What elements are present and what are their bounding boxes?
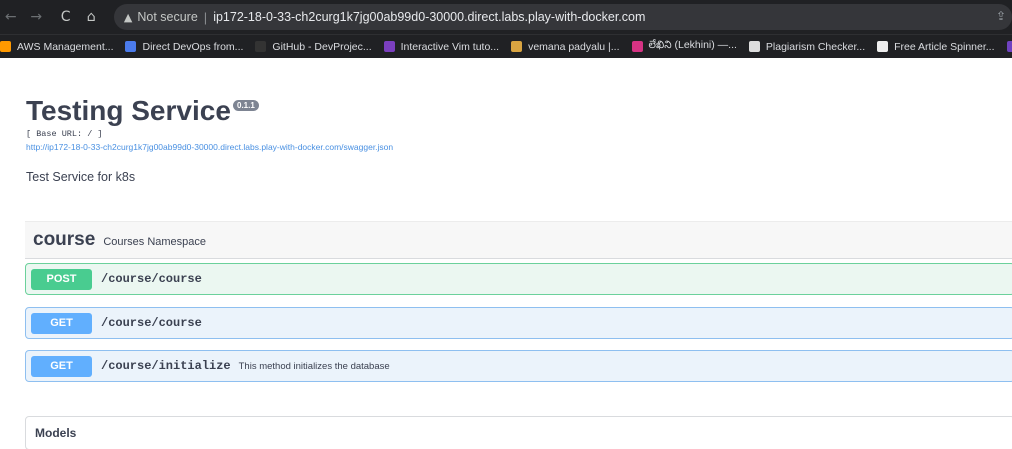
models-section[interactable]: Models [25, 416, 1012, 449]
vim-icon [383, 41, 395, 52]
sst-icon [748, 41, 760, 52]
operation-path: /course/course [101, 316, 202, 330]
github-icon [255, 41, 267, 52]
service-description: Test Service for k8s [26, 170, 136, 184]
reload-icon[interactable]: C [55, 9, 76, 25]
bookmark-item[interactable]: GitHub - DevProjec... [255, 40, 372, 53]
vemana-icon [511, 41, 523, 52]
bookmarks-bar: AWS Management... Direct DevOps from... Gi… [0, 34, 1012, 58]
method-badge-post: POST [31, 268, 92, 290]
bookmark-label: vemana padyalu |... [528, 40, 620, 53]
swagger-page: Testing Service 0.1.1 [ Base URL: / ] ht… [0, 58, 1012, 449]
models-heading: Models [35, 426, 77, 440]
share-icon[interactable]: ⇪ [996, 9, 1006, 23]
browser-toolbar: ← → C ⌂ ▲ Not secure | ip172-18-0-33-ch2… [0, 0, 1012, 34]
not-secure-label[interactable]: Not secure [137, 10, 197, 24]
bookmark-label: Direct DevOps from... [142, 40, 244, 53]
method-badge-get: GET [31, 355, 92, 377]
bookmark-item[interactable]: vemana padyalu |... [511, 40, 620, 53]
tag-section-course[interactable]: course Courses Namespace [25, 221, 1012, 259]
bookmark-label: లేఖిని (Lekhini) —... [648, 39, 737, 51]
operation-post-course[interactable]: POST /course/course [25, 263, 1012, 295]
bookmark-item[interactable]: Free Article Spinner... [877, 40, 995, 53]
tag-name: course [33, 229, 96, 250]
bookmark-item[interactable]: AWS Management... [0, 41, 113, 53]
aws-icon [0, 41, 11, 52]
bookmark-item[interactable]: PDF Pro | PDF Ed [1006, 41, 1012, 53]
address-bar[interactable]: ▲ Not secure | ip172-18-0-33-ch2curg1k7j… [113, 4, 1012, 30]
bookmark-label: Free Article Spinner... [894, 40, 995, 53]
tag-description: Courses Namespace [103, 235, 207, 248]
operation-get-initialize[interactable]: GET /course/initialize This method initi… [25, 350, 1012, 382]
bookmark-item[interactable]: లేఖిని (Lekhini) —... [631, 39, 737, 54]
url-text[interactable]: ip172-18-0-33-ch2curg1k7jg00ab99d0-30000… [213, 10, 645, 24]
divider: | [203, 9, 208, 25]
bookmark-item[interactable]: Direct DevOps from... [125, 41, 243, 53]
base-url: [ Base URL: / ] [26, 129, 103, 139]
back-arrow-icon[interactable]: ← [0, 9, 21, 25]
bookmark-item[interactable]: Plagiarism Checker... [748, 40, 866, 53]
bookmark-label: AWS Management... [17, 40, 114, 53]
bookmark-label: Interactive Vim tuto... [400, 40, 500, 53]
spinner-icon [877, 41, 889, 52]
spec-link[interactable]: http://ip172-18-0-33-ch2curg1k7jg00ab99d… [26, 142, 393, 152]
method-badge-get: GET [31, 312, 92, 334]
operation-summary: This method initializes the database [238, 360, 390, 372]
version-badge: 0.1.1 [233, 100, 259, 111]
bookmark-item[interactable]: Interactive Vim tuto... [383, 40, 500, 53]
warning-icon[interactable]: ▲ [124, 11, 132, 24]
pdf-icon [1006, 41, 1012, 52]
home-icon[interactable]: ⌂ [80, 9, 101, 25]
lekhini-icon [631, 41, 643, 52]
operation-path: /course/course [101, 272, 202, 286]
devops-icon [125, 41, 137, 52]
bookmark-label: GitHub - DevProjec... [272, 40, 372, 53]
bookmark-label: Plagiarism Checker... [765, 40, 866, 53]
page-title: Testing Service [26, 95, 231, 126]
forward-arrow-icon[interactable]: → [25, 9, 46, 25]
operation-get-course[interactable]: GET /course/course [25, 307, 1012, 339]
operation-path: /course/initialize [101, 359, 231, 373]
